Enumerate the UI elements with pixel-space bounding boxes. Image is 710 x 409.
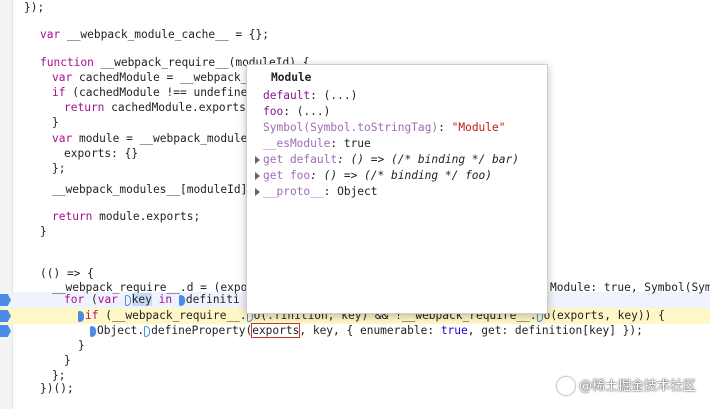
property-value: : () => (/* binding */ bar): [337, 153, 519, 166]
keyword: for: [64, 293, 85, 306]
code-text: o(exports, key)) {: [543, 309, 665, 322]
keyword: return: [64, 101, 105, 114]
inline-breakpoint-icon[interactable]: [124, 294, 131, 306]
property-key: foo: [263, 105, 284, 118]
code-line: }: [64, 353, 71, 369]
code-text: (__webpack_require__.: [98, 309, 247, 322]
code-line: }: [40, 224, 47, 240]
code-line: return module.exports;: [52, 209, 200, 225]
code-text: , key, { enumerable:: [299, 324, 441, 337]
code-text: cachedModule = __webpack_m: [72, 71, 255, 84]
code-line: })();: [40, 381, 74, 397]
property-value: : (...): [283, 105, 331, 118]
keyword: if: [85, 309, 99, 322]
expand-triangle-icon[interactable]: [255, 172, 260, 180]
code-line: exports: {}: [64, 146, 138, 162]
inline-breakpoint-icon[interactable]: [178, 294, 185, 306]
keyword: var: [52, 71, 73, 84]
expand-triangle-icon[interactable]: [255, 188, 260, 196]
property-row[interactable]: get foo: () => (/* binding */ foo): [255, 168, 493, 184]
line-gutter[interactable]: [0, 0, 13, 409]
expand-triangle-icon[interactable]: [255, 156, 260, 164]
inline-breakpoint-icon[interactable]: [90, 325, 96, 337]
code-text: (() => {: [40, 267, 94, 280]
code-line: __webpack_modules__[moduleId]: [52, 182, 247, 198]
keyword: function: [40, 56, 94, 69]
property-key: Symbol(Symbol.toStringTag): [263, 121, 439, 134]
property-key: get default: [263, 153, 338, 166]
property-value: : (...): [310, 89, 358, 102]
property-key: get foo: [263, 169, 311, 182]
code-line: };: [52, 161, 65, 177]
keyword: var: [97, 293, 118, 306]
object-preview-popover[interactable]: Module default: (...) foo: (...) Symbol(…: [246, 64, 548, 314]
code-text: exports: {}: [64, 147, 139, 160]
code-text: (cachedModule !== undefined: [65, 86, 255, 99]
inline-breakpoint-icon[interactable]: [144, 325, 151, 337]
code-text: }: [40, 225, 47, 238]
code-line: return cachedModule.exports: [64, 100, 246, 116]
code-line: var cachedModule = __webpack_m: [52, 70, 254, 86]
code-text: __webpack_module_cache__ = {};: [60, 28, 270, 41]
popover-title: Module: [271, 71, 312, 84]
property-string-value: "Module": [451, 121, 506, 134]
code-line: var __webpack_module_cache__ = {};: [40, 27, 269, 43]
keyword: var: [40, 28, 61, 41]
keyword: var: [52, 132, 73, 145]
code-text: definiti: [185, 293, 240, 306]
property-value: : true: [330, 137, 371, 150]
keyword: if: [52, 86, 66, 99]
property-value: :: [438, 121, 452, 134]
property-row[interactable]: __esModule: true: [263, 136, 371, 152]
boolean-literal: true: [440, 324, 468, 337]
selected-token: key: [131, 293, 152, 306]
code-text: defineProperty(: [151, 324, 253, 337]
code-text: cachedModule.exports: [104, 101, 246, 114]
property-key: __proto__: [263, 185, 324, 198]
keyword: return: [52, 210, 93, 223]
code-line: });: [24, 0, 44, 16]
code-text: };: [52, 162, 66, 175]
code-text: Module: true, Symbol(Symbo: [550, 281, 710, 294]
property-value: : () => (/* binding */ foo): [310, 169, 493, 182]
code-line: if (cachedModule !== undefined: [52, 85, 254, 101]
code-line: }: [78, 338, 85, 354]
code-text: (: [84, 293, 98, 306]
code-text: }: [64, 354, 71, 367]
watermark: @稀土掘金技术社区: [556, 375, 696, 395]
code-text: })();: [40, 382, 74, 395]
inline-breakpoint-icon[interactable]: [78, 310, 84, 322]
code-text: });: [24, 1, 45, 14]
code-text: }: [52, 116, 59, 129]
property-key: default: [263, 89, 311, 102]
juejin-logo-icon: [556, 377, 575, 395]
property-row[interactable]: Symbol(Symbol.toStringTag): "Module": [263, 120, 506, 136]
hovered-token[interactable]: exports: [251, 323, 301, 338]
property-key: __esModule: [263, 137, 331, 150]
property-row[interactable]: foo: (...): [263, 104, 330, 120]
keyword: in: [158, 293, 173, 306]
property-value: : Object: [323, 185, 378, 198]
property-row[interactable]: default: (...): [263, 88, 357, 104]
code-line: for (var key in definiti: [64, 292, 240, 308]
property-row[interactable]: get default: () => (/* binding */ bar): [255, 152, 519, 168]
code-text: , get: definition[key] });: [467, 324, 643, 337]
code-line: Object. defineProperty(exports, key, { en…: [90, 323, 643, 339]
watermark-text: @稀土掘金技术社区: [578, 378, 696, 394]
code-text: Object.: [97, 324, 145, 337]
code-text: module.exports;: [92, 210, 201, 223]
code-text: }: [78, 339, 85, 352]
code-text: module = __webpack_module_: [72, 132, 255, 145]
code-line: var module = __webpack_module_: [52, 131, 254, 147]
code-line: }: [52, 115, 59, 131]
property-row[interactable]: __proto__: Object: [255, 184, 378, 200]
code-text: __webpack_modules__[moduleId]: [52, 183, 248, 196]
code-line-tail: Module: true, Symbol(Symbo: [550, 280, 710, 296]
